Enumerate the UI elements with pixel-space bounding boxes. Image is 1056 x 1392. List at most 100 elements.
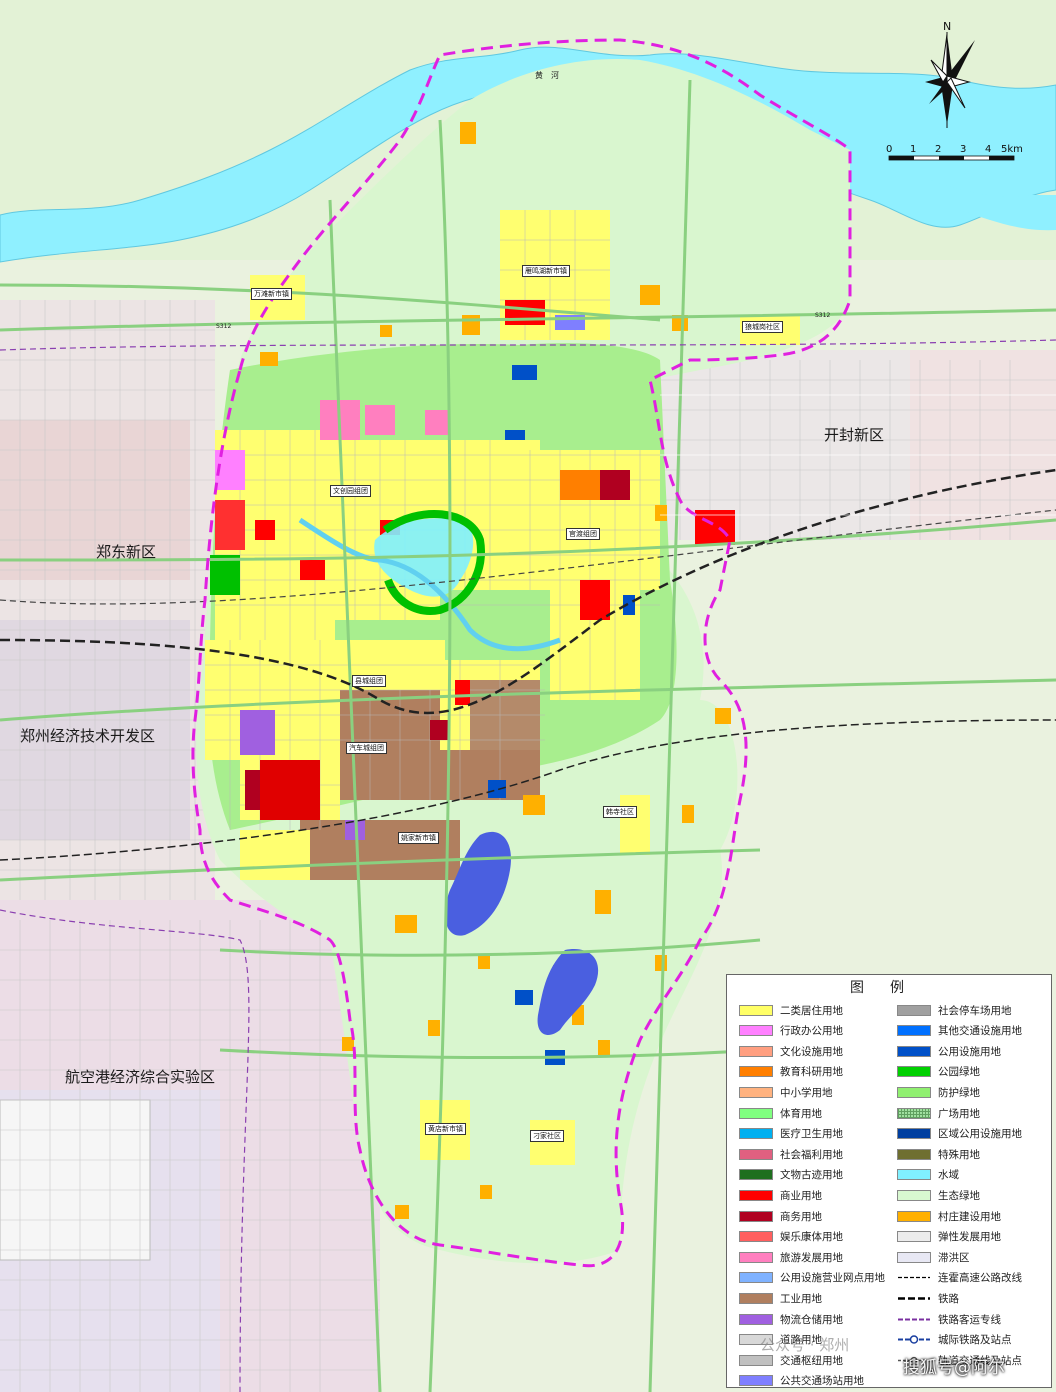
legend-swatch xyxy=(898,1335,930,1344)
legend-swatch xyxy=(739,1375,773,1387)
scale-tick: 2 xyxy=(935,144,941,155)
legend-label: 村庄建设用地 xyxy=(938,1210,1001,1223)
label-yanminghu: 雁鸣湖新市镇 xyxy=(522,265,570,277)
legend-item: 防护绿地 xyxy=(897,1085,980,1099)
legend-swatch xyxy=(897,1169,931,1181)
scale-tick: 5km xyxy=(1001,144,1023,155)
legend-item: 娱乐康体用地 xyxy=(739,1230,843,1244)
label-s312-east: S312 xyxy=(815,312,831,319)
legend-label: 其他交通设施用地 xyxy=(938,1025,1022,1038)
legend-label: 医疗卫生用地 xyxy=(780,1128,843,1141)
legend-swatch xyxy=(739,1292,773,1304)
legend-swatch xyxy=(897,1231,931,1243)
legend-swatch xyxy=(898,1318,930,1320)
legend-label: 工业用地 xyxy=(780,1292,822,1305)
legend-item: 二类居住用地 xyxy=(739,1003,843,1017)
legend-item: 公园绿地 xyxy=(897,1065,980,1079)
legend-swatch xyxy=(739,1066,773,1078)
legend-label: 二类居住用地 xyxy=(780,1004,843,1017)
legend-title: 图例 xyxy=(850,980,930,996)
legend-swatch xyxy=(739,1128,773,1140)
legend-swatch xyxy=(739,1231,773,1243)
legend-label: 娱乐康体用地 xyxy=(780,1231,843,1244)
legend-item: 滞洪区 xyxy=(897,1250,970,1264)
legend-swatch xyxy=(897,1210,931,1222)
legend-item: 商务用地 xyxy=(739,1209,822,1223)
label-kaifeng: 开封新区 xyxy=(824,426,885,444)
legend-item: 水域 xyxy=(897,1168,959,1182)
legend-item: 铁路客运专线 xyxy=(897,1312,1001,1326)
legend-swatch xyxy=(739,1148,773,1160)
legend-item: 其他交通设施用地 xyxy=(897,1024,1022,1038)
label-yellow-river: 黄 河 xyxy=(535,71,559,80)
sohu-watermark: 搜狐号@阿尔 xyxy=(903,1358,1005,1378)
legend-label: 连霍高速公路改线 xyxy=(938,1272,1022,1285)
label-xiancheng: 县城组团 xyxy=(352,675,386,687)
legend-item: 生态绿地 xyxy=(897,1188,980,1202)
legend-item: 社会停车场用地 xyxy=(897,1003,1012,1017)
label-guandu: 官渡组团 xyxy=(566,528,600,540)
legend-item: 城际铁路及站点 xyxy=(897,1333,1012,1347)
legend-item: 社会福利用地 xyxy=(739,1147,843,1161)
legend-label: 公用设施营业网点用地 xyxy=(780,1272,885,1285)
legend-item: 商业用地 xyxy=(739,1188,822,1202)
legend-label: 弹性发展用地 xyxy=(938,1231,1001,1244)
legend-swatch xyxy=(897,1107,931,1119)
map-legend: 图例 二类居住用地行政办公用地文化设施用地 教育科研用地 中小学用地体育用地医疗卫生… xyxy=(726,974,1052,1388)
legend-label: 文化设施用地 xyxy=(780,1045,843,1058)
legend-swatch xyxy=(897,1004,931,1016)
scale-tick: 1 xyxy=(910,144,916,155)
scale-bar: 0 1 2 3 4 5km xyxy=(886,144,1023,161)
wechat-watermark: 公众号 · 郑州 xyxy=(760,1336,850,1354)
legend-swatch xyxy=(897,1025,931,1037)
legend-item: 特殊用地 xyxy=(897,1147,980,1161)
legend-swatch xyxy=(897,1251,931,1263)
legend-swatch xyxy=(739,1272,773,1284)
legend-item: 文物古迹用地 xyxy=(739,1168,843,1182)
scale-tick: 4 xyxy=(985,144,991,155)
legend-item: 文化设施用地 xyxy=(739,1044,843,1058)
legend-label: 中小学用地 xyxy=(780,1086,833,1099)
legend-label: 城际铁路及站点 xyxy=(938,1334,1012,1347)
legend-item: 交通枢纽用地 xyxy=(739,1353,843,1367)
legend-swatch xyxy=(739,1045,773,1057)
label-hanzhuang: 韩寺社区 xyxy=(603,806,637,818)
legend-label: 广场用地 xyxy=(938,1107,980,1120)
scale-tick: 3 xyxy=(960,144,966,155)
legend-swatch xyxy=(898,1277,930,1279)
legend-swatch xyxy=(739,1354,773,1366)
legend-item: 行政办公用地 xyxy=(739,1024,843,1038)
legend-label: 社会停车场用地 xyxy=(938,1004,1012,1017)
legend-label: 公共交通场站用地 xyxy=(780,1375,864,1388)
legend-swatch xyxy=(897,1189,931,1201)
legend-label: 商务用地 xyxy=(780,1210,822,1223)
legend-item: 教育科研用地 xyxy=(739,1065,843,1079)
legend-swatch xyxy=(739,1025,773,1037)
legend-swatch xyxy=(739,1251,773,1263)
legend-swatch xyxy=(739,1313,773,1325)
label-wenchuang: 文创园组团 xyxy=(330,485,371,497)
legend-label: 区域公用设施用地 xyxy=(938,1128,1022,1141)
legend-swatch xyxy=(739,1086,773,1098)
legend-swatch xyxy=(898,1297,930,1300)
legend-item: 体育用地 xyxy=(739,1106,822,1120)
legend-item: 中小学用地 xyxy=(739,1085,833,1099)
legend-item: 工业用地 xyxy=(739,1291,822,1305)
legend-swatch xyxy=(897,1066,931,1078)
legend-label: 旅游发展用地 xyxy=(780,1251,843,1264)
legend-item: 旅游发展用地 xyxy=(739,1250,843,1264)
label-huangdian: 黄店新市镇 xyxy=(425,1123,466,1135)
legend-item: 区域公用设施用地 xyxy=(897,1127,1022,1141)
legend-label: 生态绿地 xyxy=(938,1189,980,1202)
label-wantan: 万滩新市镇 xyxy=(251,288,292,300)
legend-label: 防护绿地 xyxy=(938,1086,980,1099)
legend-item: 物流仓储用地 xyxy=(739,1312,843,1326)
legend-label: 公用设施用地 xyxy=(938,1045,1001,1058)
legend-label: 物流仓储用地 xyxy=(780,1313,843,1326)
label-s312-west: S312 xyxy=(216,323,232,330)
legend-label: 水域 xyxy=(938,1169,959,1182)
legend-label: 社会福利用地 xyxy=(780,1148,843,1161)
legend-label: 教育科研用地 xyxy=(780,1066,843,1079)
legend-swatch xyxy=(897,1045,931,1057)
legend-item: 广场用地 xyxy=(897,1106,980,1120)
